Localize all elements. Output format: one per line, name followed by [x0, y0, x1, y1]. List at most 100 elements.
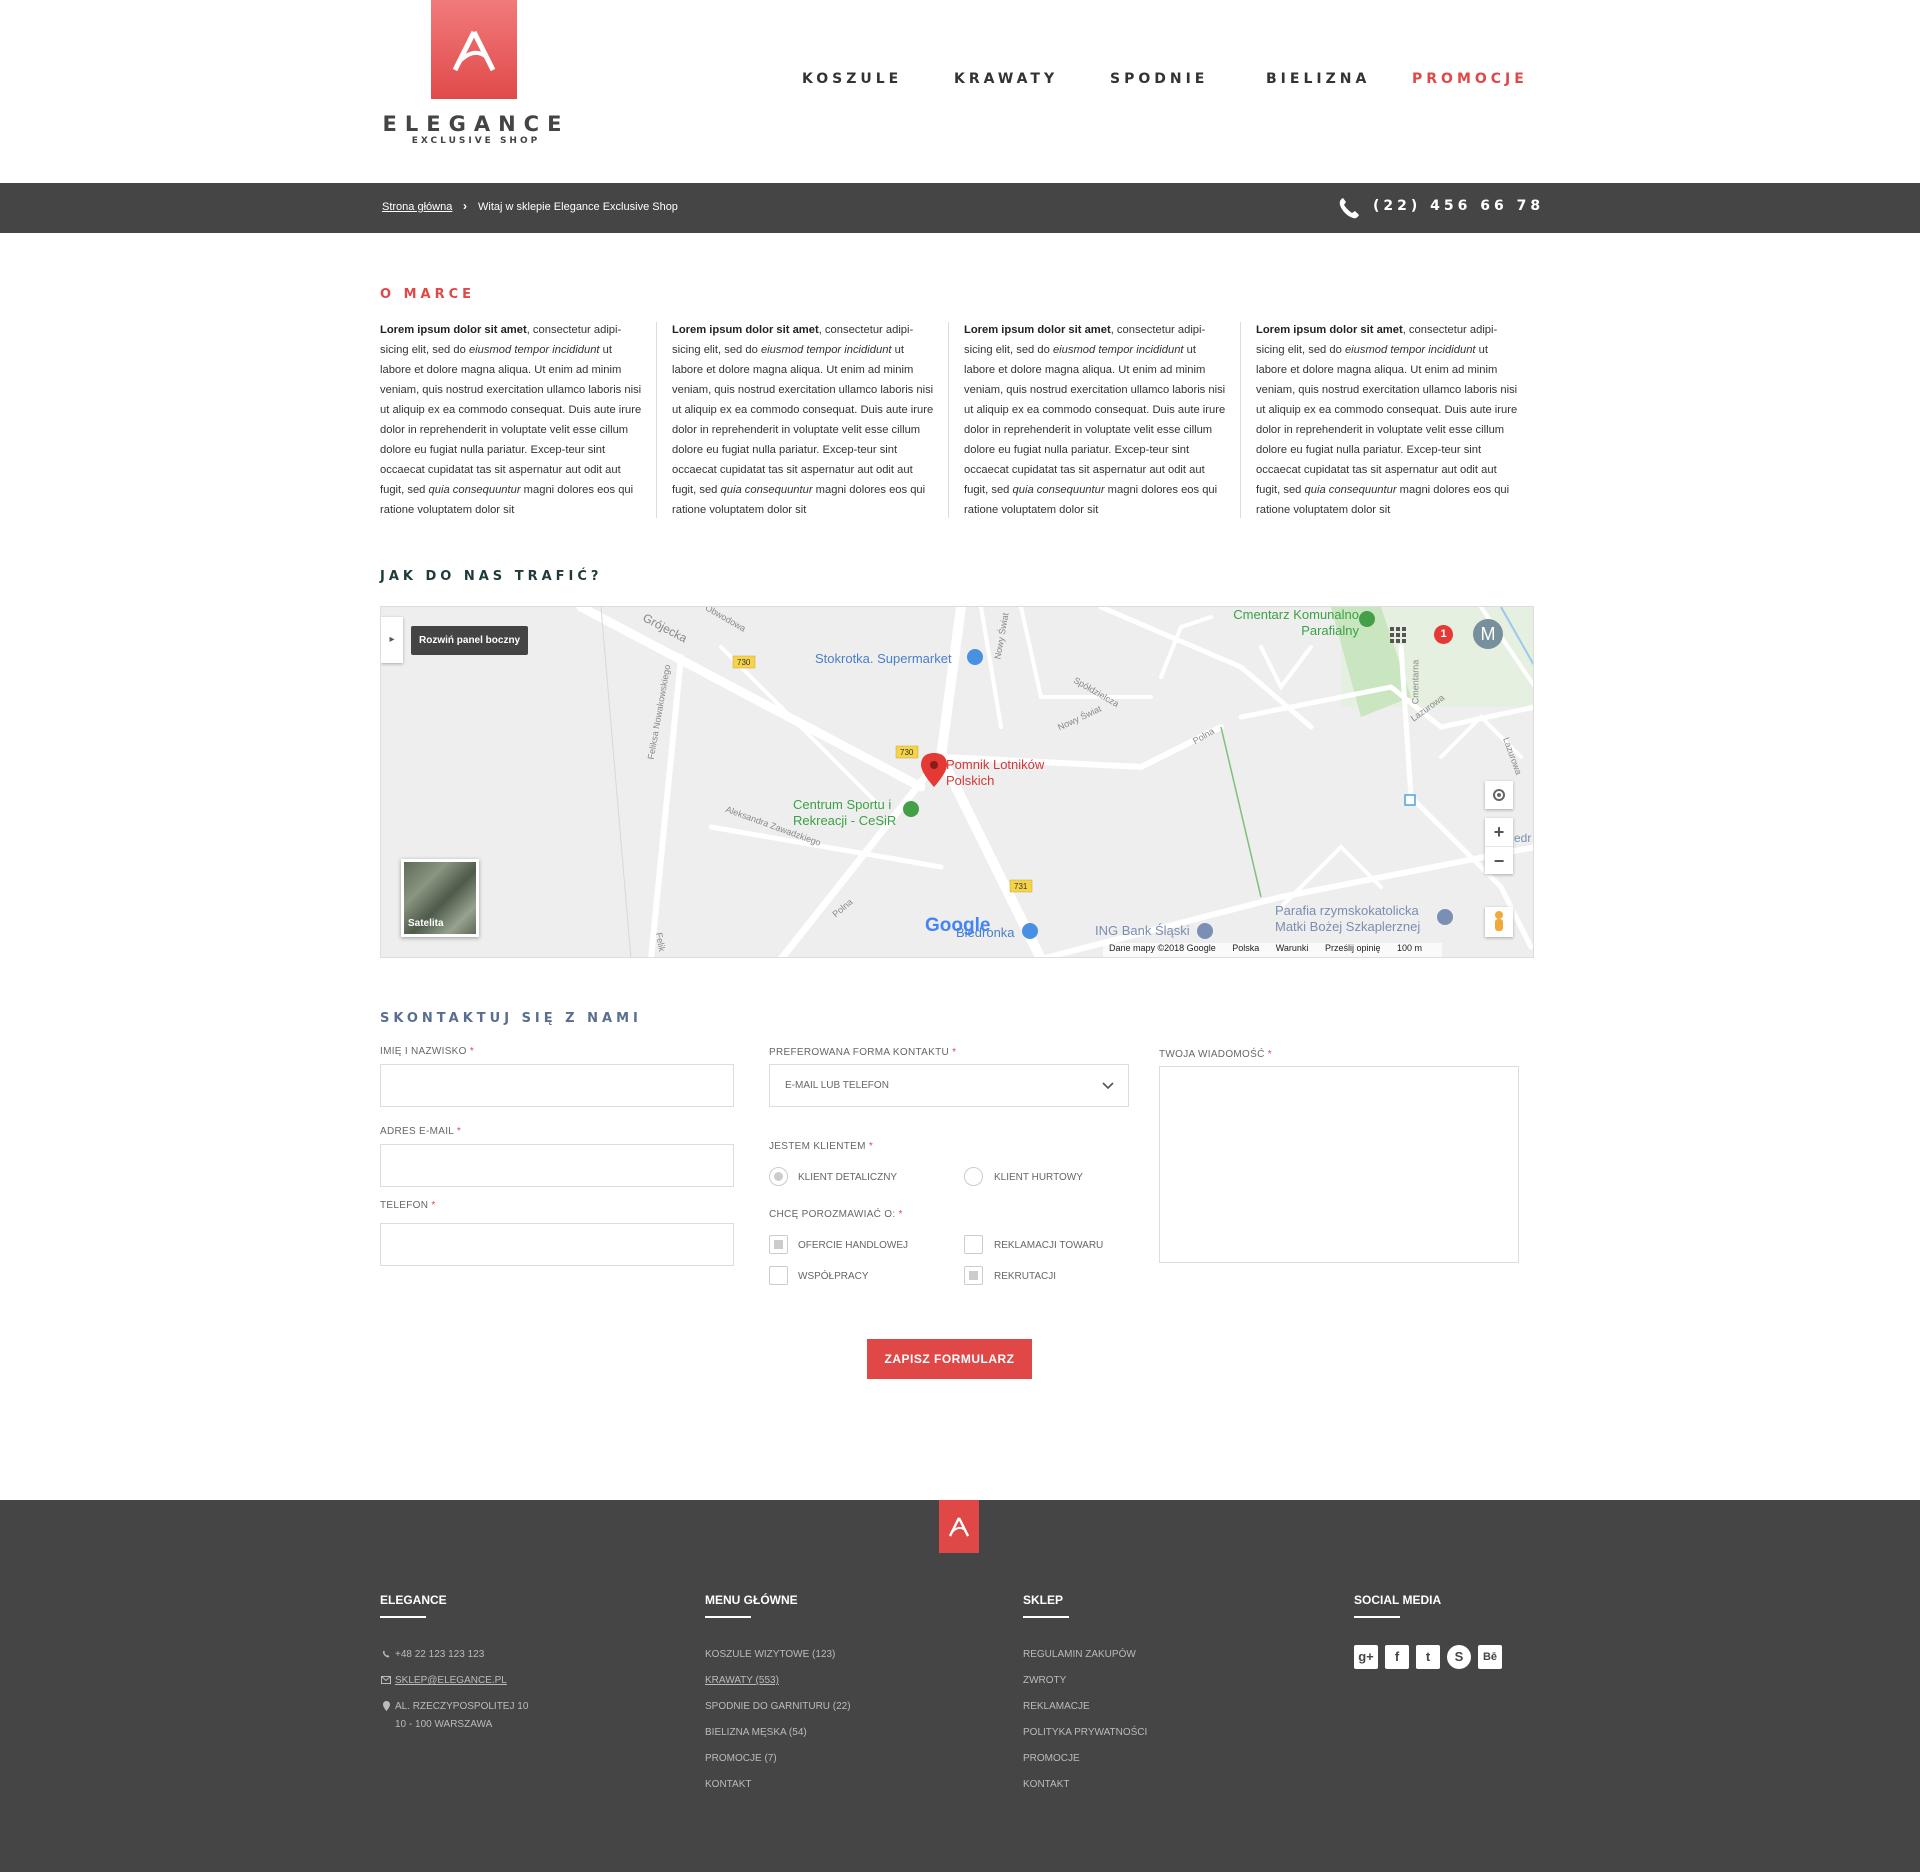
preferred-contact-select[interactable]: E-MAIL LUB TELEFON: [769, 1064, 1129, 1107]
footer-menu-link[interactable]: KRAWATY (553): [705, 1675, 779, 1686]
phone-field[interactable]: [380, 1223, 734, 1266]
zoom-out-button[interactable]: −: [1485, 846, 1513, 874]
place-label[interactable]: Centrum Sportu i Rekreacji - CeSiR: [793, 797, 905, 829]
nav-spodnie[interactable]: SPODNIE: [1110, 71, 1208, 87]
radio-retail[interactable]: [769, 1167, 788, 1186]
footer-phone[interactable]: +48 22 123 123 123: [395, 1649, 484, 1660]
chevron-down-icon: [1102, 1082, 1114, 1090]
email-label: ADRES E-MAIL *: [380, 1126, 462, 1137]
zoom-in-button[interactable]: +: [1485, 818, 1513, 846]
column-divider: [1240, 322, 1241, 518]
phone-icon: [1339, 198, 1359, 219]
place-label[interactable]: Pomnik Lotników Polskich: [946, 757, 1066, 789]
checkbox-offer-label: OFERCIE HANDLOWEJ: [798, 1240, 909, 1251]
checkbox-cooperation-label: WSPÓŁPRACY: [798, 1271, 869, 1282]
location-pin-icon: [383, 1701, 390, 1711]
mail-icon: [381, 1676, 391, 1684]
google-map[interactable]: 730 730 731 Grójecka Obwodowa Feliksa No…: [380, 606, 1534, 958]
footer-divider: [705, 1616, 751, 1618]
twitter-icon[interactable]: t: [1416, 1645, 1440, 1669]
radio-wholesale-label: KLIENT HURTOWY: [994, 1172, 1083, 1183]
footer-shop-link[interactable]: ZWROTY: [1023, 1675, 1066, 1686]
client-type-label: JESTEM KLIENTEM *: [769, 1141, 874, 1152]
google-plus-icon[interactable]: g+: [1354, 1645, 1378, 1669]
nav-koszule[interactable]: KOSZULE: [802, 71, 902, 87]
panel-tooltip: Rozwiń panel boczny: [411, 626, 529, 655]
facebook-icon[interactable]: f: [1385, 1645, 1409, 1669]
footer-logo-icon[interactable]: [939, 1500, 979, 1553]
phone-number[interactable]: (22) 456 66 78: [1373, 198, 1544, 214]
brand-tagline: EXCLUSIVE SHOP: [411, 136, 541, 146]
checkbox-recruitment[interactable]: [964, 1266, 983, 1285]
place-label[interactable]: Stokrotka. Supermarket: [815, 651, 952, 666]
apps-grid-icon[interactable]: [1390, 627, 1406, 643]
message-textarea[interactable]: [1159, 1066, 1519, 1263]
footer-menu-link[interactable]: KOSZULE WIZYTOWE (123): [705, 1649, 835, 1660]
footer-shop-link[interactable]: KONTAKT: [1023, 1779, 1069, 1790]
email-field[interactable]: [380, 1144, 734, 1187]
submit-button[interactable]: ZAPISZ FORMULARZ: [867, 1339, 1032, 1379]
topic-label: CHCĘ POROZMAWIAĆ O: *: [769, 1209, 903, 1220]
contact-title: SKONTAKTUJ SIĘ Z NAMI: [380, 1011, 642, 1026]
google-logo-text: Google: [925, 915, 991, 936]
footer-title-social: SOCIAL MEDIA: [1354, 1593, 1442, 1607]
footer-shop-link[interactable]: REGULAMIN ZAKUPÓW: [1023, 1649, 1136, 1660]
footer-shop-link[interactable]: REKLAMACJE: [1023, 1701, 1090, 1712]
map-scale: 100 m: [1397, 943, 1423, 953]
my-location-icon[interactable]: [1485, 781, 1513, 809]
about-column: Lorem ipsum dolor sit amet, consectetur …: [672, 324, 934, 516]
breadcrumb-home-link[interactable]: Strona główna: [382, 201, 452, 213]
satellite-toggle[interactable]: Satelita: [401, 859, 479, 937]
footer-address-line2: 10 - 100 WARSZAWA: [395, 1719, 493, 1730]
select-value: E-MAIL LUB TELEFON: [785, 1080, 889, 1091]
name-field[interactable]: [380, 1064, 734, 1107]
google-logo: Google: [925, 915, 990, 937]
footer-address-line1: AL. RZECZYPOSPOLITEJ 10: [395, 1701, 529, 1712]
route-label: 731: [1014, 882, 1028, 891]
site-header: ELEGANCE EXCLUSIVE SHOP KOSZULE KRAWATY …: [0, 0, 1920, 183]
footer-email-link[interactable]: SKLEP@ELEGANCE.PL: [395, 1675, 507, 1686]
place-label[interactable]: Parafia rzymskokatolicka Matki Bożej Szk…: [1275, 903, 1440, 935]
radio-wholesale[interactable]: [964, 1167, 983, 1186]
about-column: Lorem ipsum dolor sit amet, consectetur …: [380, 324, 642, 516]
map-title: JAK DO NAS TRAFIĆ?: [380, 569, 603, 584]
phone-icon: [382, 1650, 390, 1658]
street-label: Cmentarna: [1410, 659, 1421, 705]
footer-menu-link[interactable]: SPODNIE DO GARNITURU (22): [705, 1701, 851, 1712]
nav-krawaty[interactable]: KRAWATY: [954, 71, 1058, 87]
zoom-control: + −: [1485, 818, 1513, 874]
logo-icon[interactable]: [431, 0, 517, 99]
checkbox-complaint[interactable]: [964, 1235, 983, 1254]
nav-promocje[interactable]: PROMOCJE: [1412, 71, 1528, 87]
expand-panel-button[interactable]: ▸: [381, 617, 403, 663]
notification-badge[interactable]: 1: [1434, 625, 1453, 644]
checkbox-recruitment-label: REKRUTACJI: [994, 1271, 1057, 1282]
footer-shop-link[interactable]: POLITYKA PRYWATNOŚCI: [1023, 1727, 1147, 1738]
breadcrumb-bar: Strona główna › Witaj w sklepie Elegance…: [0, 183, 1920, 233]
pegman-icon[interactable]: [1485, 907, 1513, 937]
footer-menu-link[interactable]: PROMOCJE (7): [705, 1753, 777, 1764]
place-label[interactable]: Cmentarz Komunalno Parafialny: [1219, 607, 1359, 639]
satellite-label: Satelita: [408, 918, 444, 929]
nav-bielizna[interactable]: BIELIZNA: [1266, 71, 1370, 87]
route-label: 730: [737, 658, 751, 667]
behance-icon[interactable]: Bē: [1478, 1645, 1502, 1669]
phone-label: TELEFON *: [380, 1200, 436, 1211]
footer-title-elegance: ELEGANCE: [380, 1593, 447, 1607]
about-column: Lorem ipsum dolor sit amet, consectetur …: [964, 324, 1226, 516]
footer-shop-link[interactable]: PROMOCJE: [1023, 1753, 1080, 1764]
place-label: edr: [1514, 831, 1532, 845]
radio-retail-label: KLIENT DETALICZNY: [798, 1172, 898, 1183]
skype-icon[interactable]: S: [1447, 1645, 1471, 1669]
footer-menu-link[interactable]: BIELIZNA MĘSKA (54): [705, 1727, 807, 1738]
footer-divider: [380, 1616, 426, 1618]
footer-menu-link[interactable]: KONTAKT: [705, 1779, 751, 1790]
column-divider: [948, 322, 949, 518]
footer-divider: [1023, 1616, 1069, 1618]
place-label[interactable]: ING Bank Śląski: [1095, 923, 1190, 938]
avatar[interactable]: M: [1473, 619, 1503, 649]
route-label: 730: [900, 748, 914, 757]
checkbox-offer[interactable]: [769, 1235, 788, 1254]
checkbox-cooperation[interactable]: [769, 1266, 788, 1285]
about-title: O MARCE: [380, 287, 476, 302]
